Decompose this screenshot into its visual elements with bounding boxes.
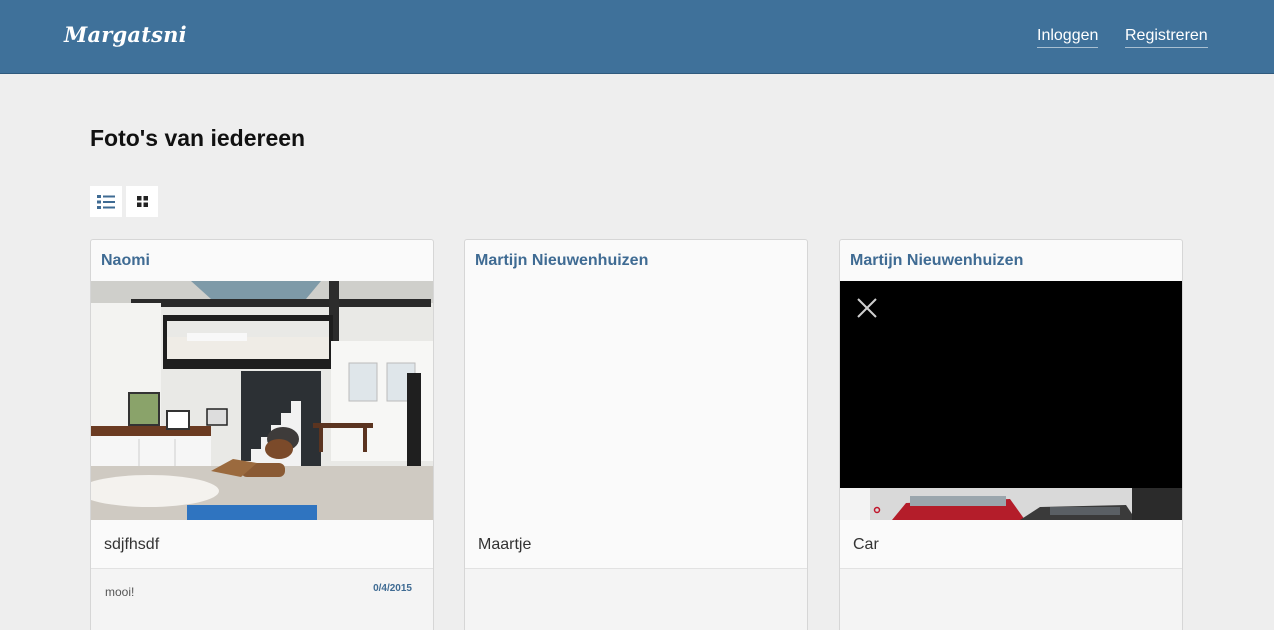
photo-card: Naomi sdjfhsdf mooi! 0/4/2015 [90,239,434,630]
top-navbar: Margatsni Inloggen Registreren [0,0,1274,74]
grid-view-button[interactable] [126,186,158,217]
comments-section: mooi! 0/4/2015 [91,568,433,630]
photo-caption: sdjfhsdf [104,536,160,553]
login-link[interactable]: Inloggen [1037,27,1099,48]
register-link[interactable]: Registreren [1125,27,1208,48]
comments-section [840,568,1182,630]
photo-caption: Maartje [478,536,532,553]
photo-author-link[interactable]: Naomi [101,252,150,270]
grid-view-icon [136,196,148,207]
photo-author-link[interactable]: Martijn Nieuwenhuizen [850,252,1023,270]
comment-text: mooi! [105,585,135,599]
list-view-icon [97,194,115,209]
close-icon[interactable] [856,297,878,319]
empty-photo-area [465,281,807,520]
photo-card: Martijn Nieuwenhuizen Car [839,239,1183,630]
loft-interior-photo[interactable] [91,281,433,520]
car-video-player[interactable] [840,281,1182,520]
photo-card: Martijn Nieuwenhuizen Maartje [464,239,808,630]
brand-logo[interactable]: Margatsni [64,22,187,47]
photo-caption: Car [853,536,879,553]
photo-author-link[interactable]: Martijn Nieuwenhuizen [475,252,648,270]
comments-section [465,568,807,630]
comment-date: 0/4/2015 [373,583,412,594]
list-view-button[interactable] [90,186,122,217]
page-title: Foto's van iedereen [90,125,306,151]
